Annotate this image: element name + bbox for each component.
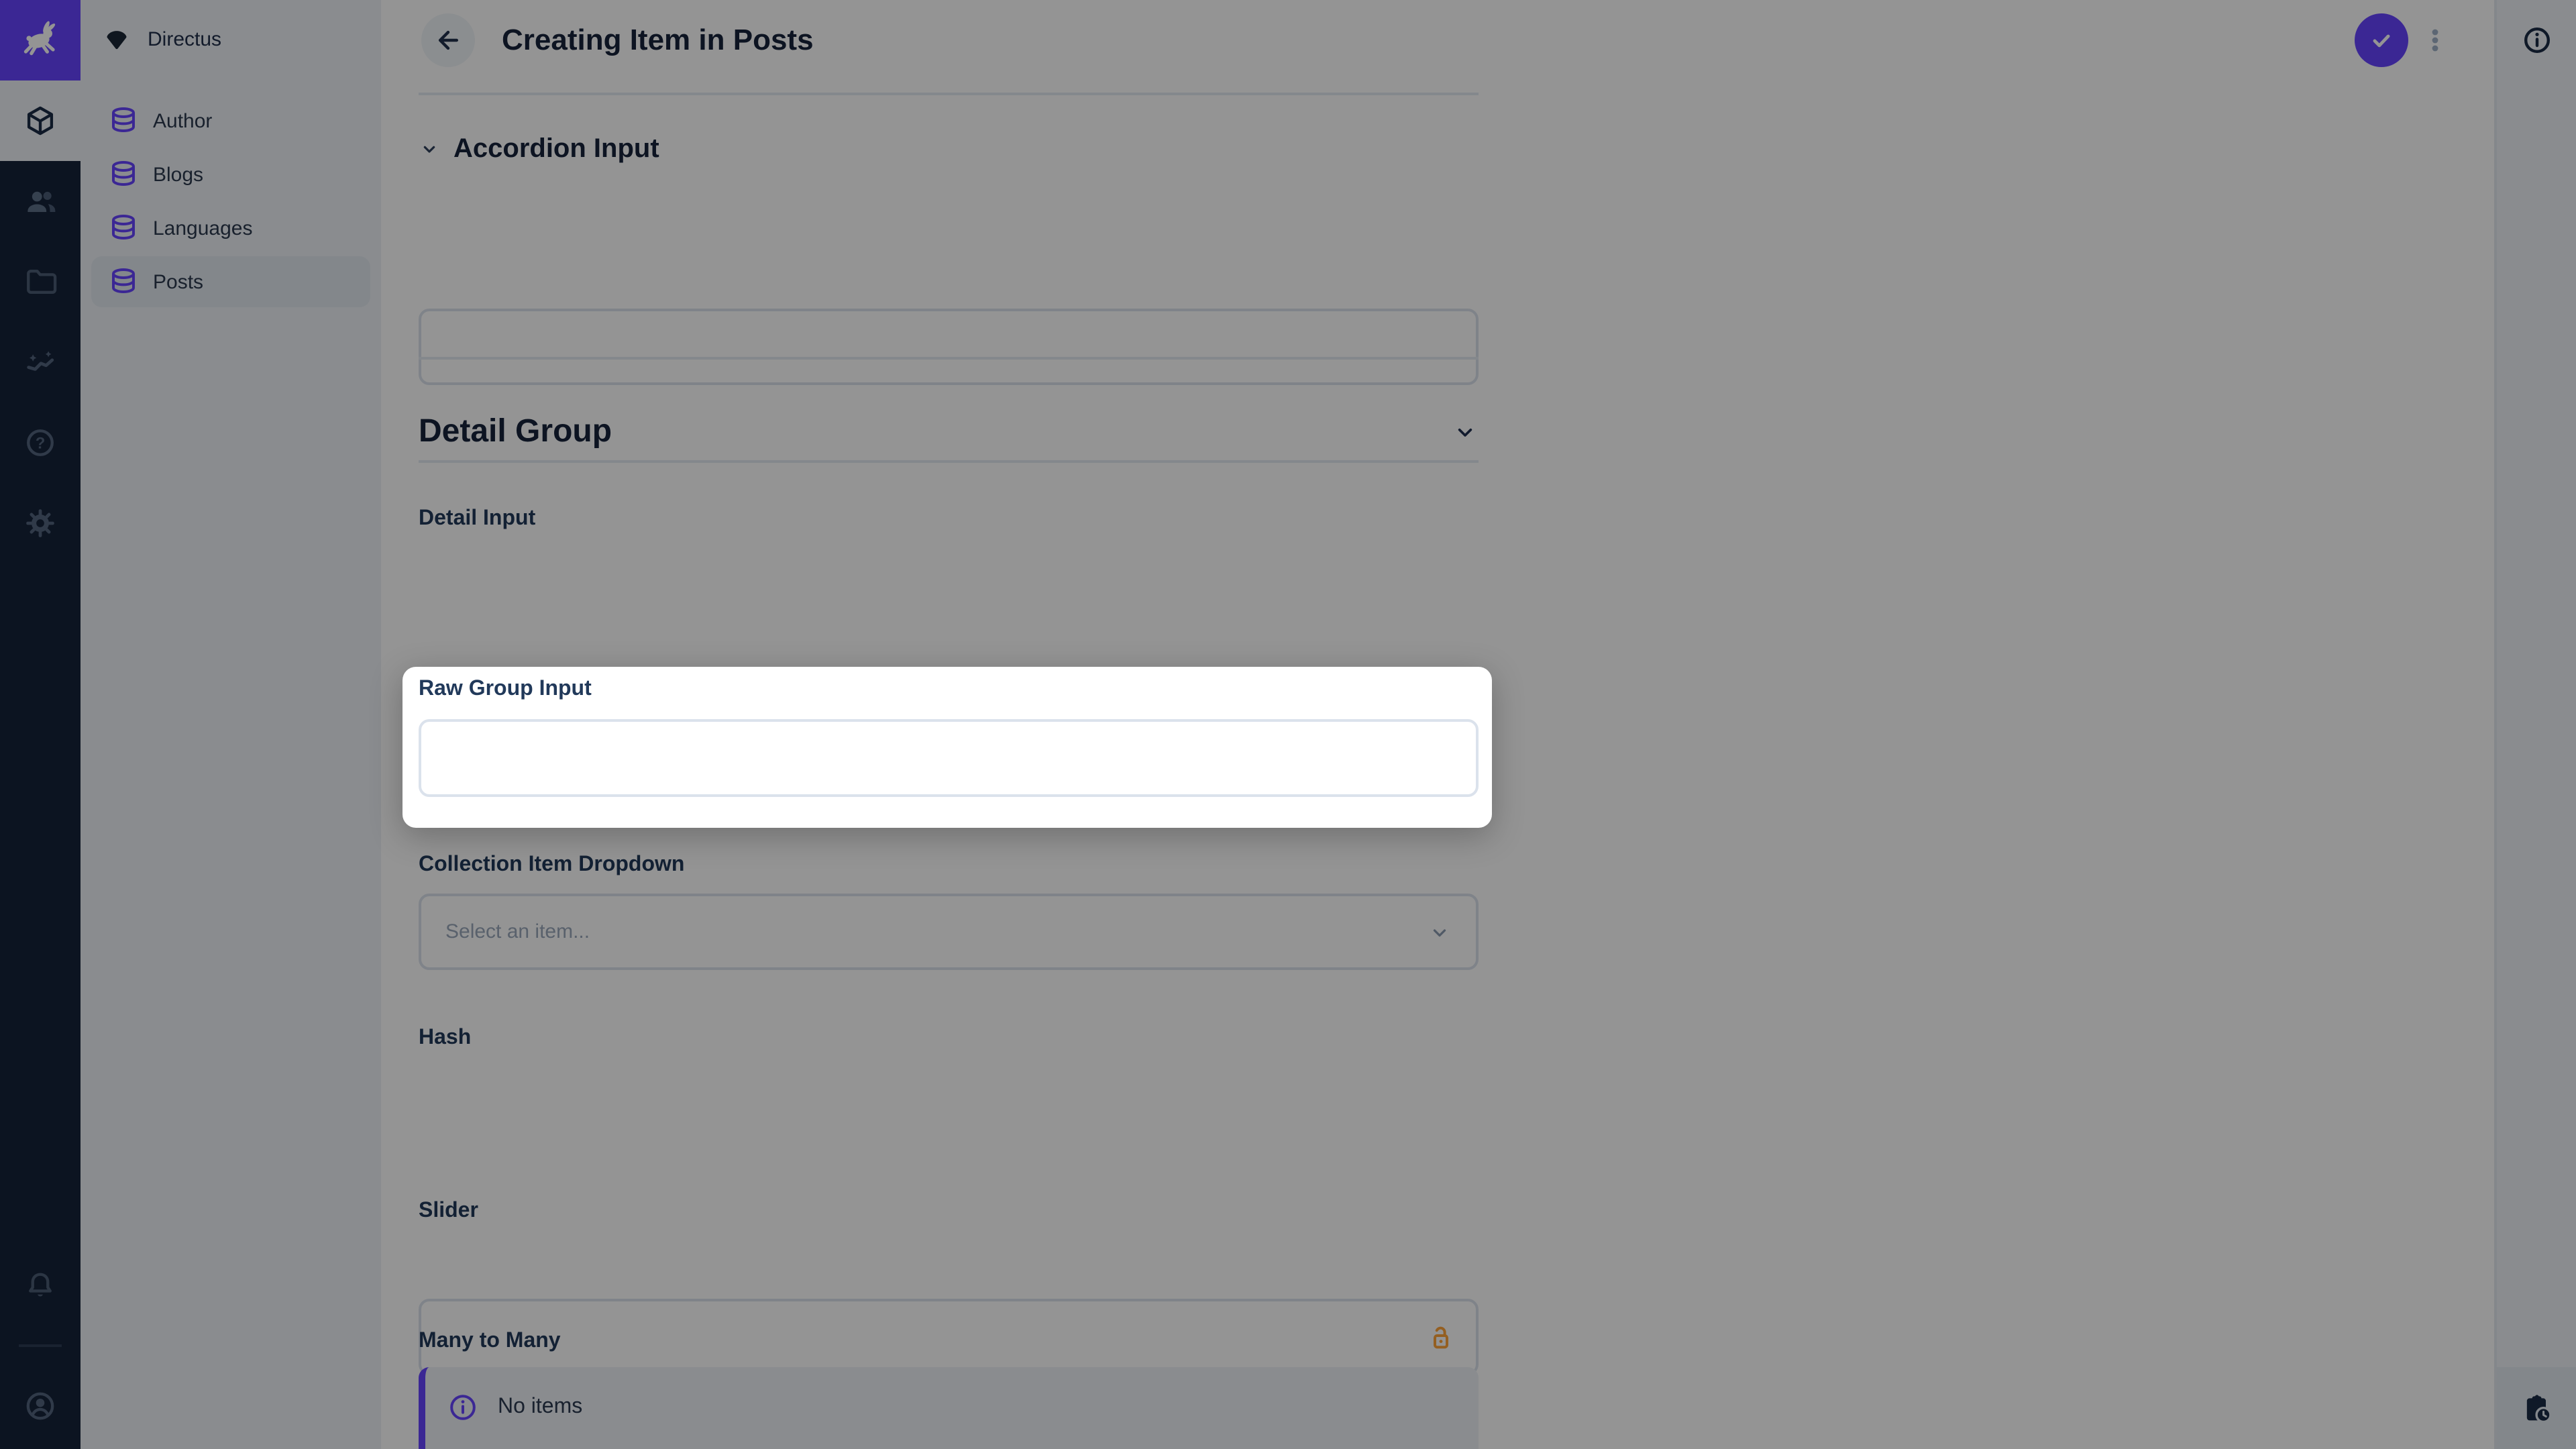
raw-group-spotlight: Raw Group Input: [402, 667, 1492, 828]
raw-group-input[interactable]: [419, 719, 1479, 797]
raw-group-input-label: Raw Group Input: [419, 678, 592, 702]
directus-app: ?: [0, 0, 2576, 1449]
